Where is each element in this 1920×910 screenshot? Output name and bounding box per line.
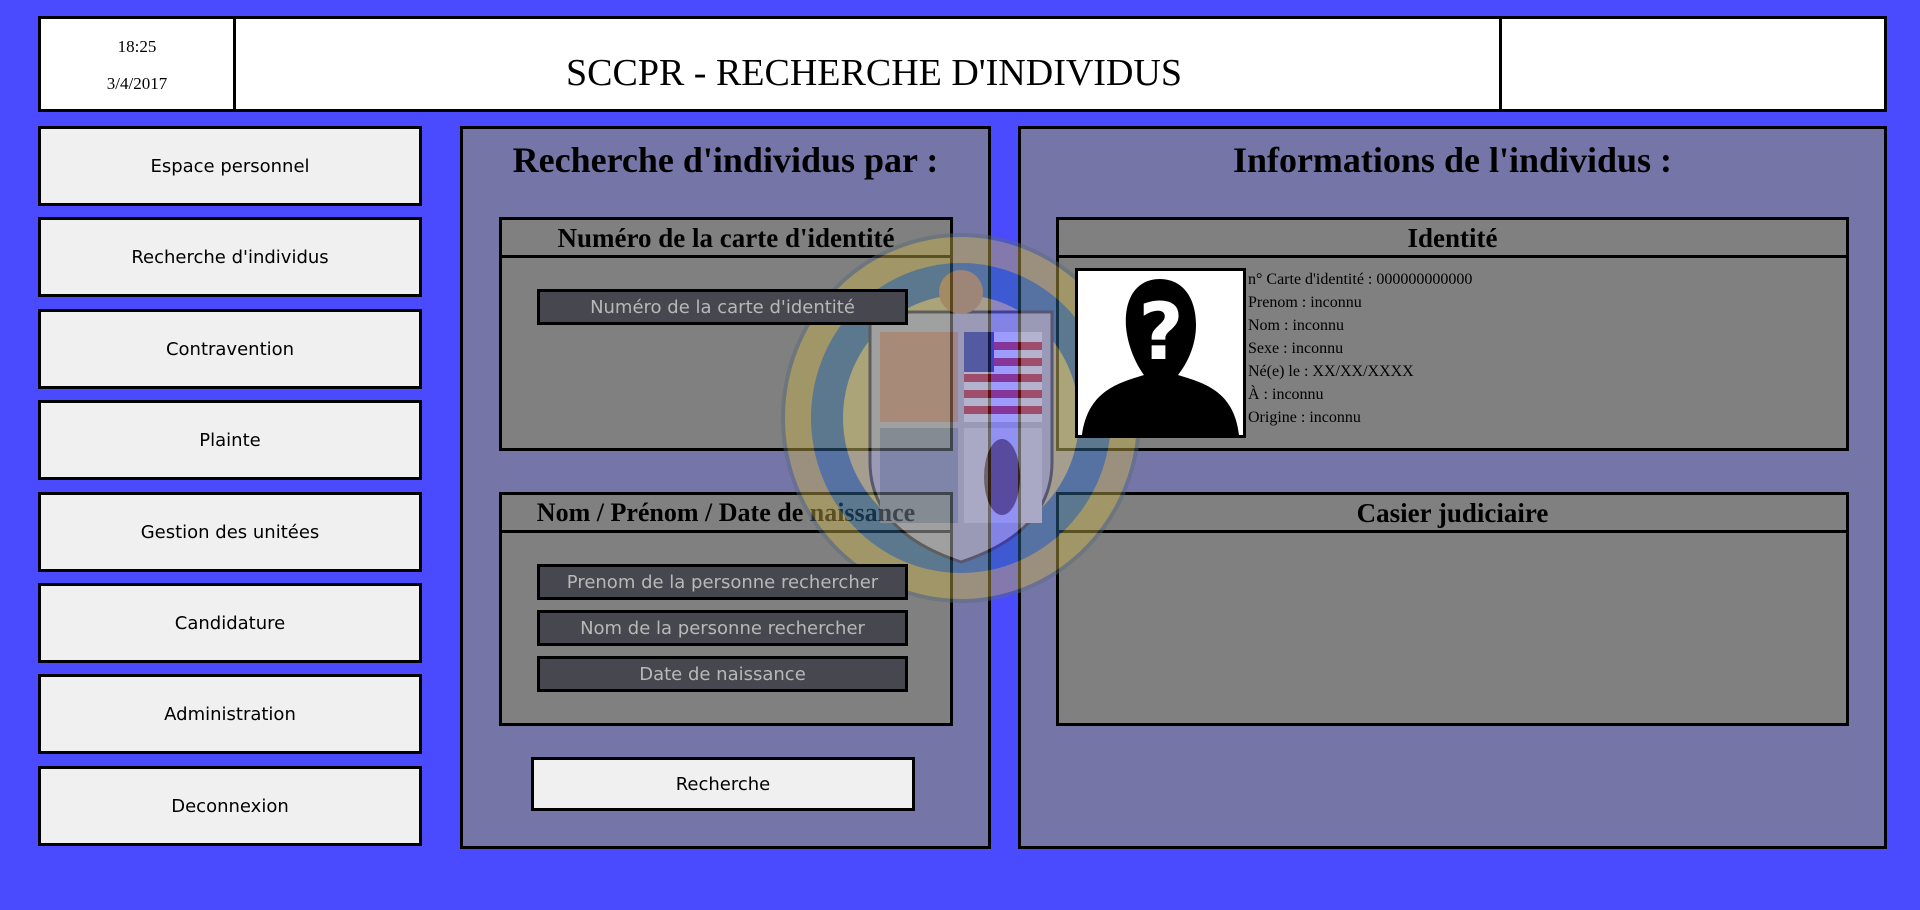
header-right-box — [1499, 16, 1887, 112]
id-card-number-input[interactable] — [537, 289, 908, 325]
search-button[interactable]: Recherche — [531, 757, 915, 811]
identity-details: n° Carte d'identité : 000000000000 Preno… — [1248, 268, 1472, 429]
lastname-input[interactable] — [537, 610, 908, 646]
firstname-input[interactable] — [537, 564, 908, 600]
unknown-person-icon: ? — [1075, 268, 1246, 438]
info-panel-title: Informations de l'individus : — [1232, 140, 1673, 180]
identity-card-number: n° Carte d'identité : 000000000000 — [1248, 271, 1473, 288]
nav-espace-personnel[interactable]: Espace personnel — [38, 126, 422, 206]
header-date: 3/4/2017 — [106, 74, 168, 93]
svg-text:?: ? — [1138, 288, 1183, 378]
identity-origin: Origine : inconnu — [1248, 409, 1361, 426]
criminal-record-section: Casier judiciaire — [1056, 492, 1849, 726]
nav-recherche-individus[interactable]: Recherche d'individus — [38, 217, 422, 297]
identity-sex: Sexe : inconnu — [1248, 340, 1344, 357]
identity-heading: Identité — [1059, 220, 1846, 258]
identity-firstname: Prenom : inconnu — [1248, 294, 1362, 311]
criminal-record-heading: Casier judiciaire — [1059, 495, 1846, 533]
header-clock: 18:25 3/4/2017 — [38, 16, 236, 112]
nav-gestion-unitees[interactable]: Gestion des unitées — [38, 492, 422, 572]
nav-contravention[interactable]: Contravention — [38, 309, 422, 389]
nav-candidature[interactable]: Candidature — [38, 583, 422, 663]
search-panel-title: Recherche d'individus par : — [512, 140, 939, 180]
header-title-box: SCCPR - RECHERCHE D'INDIVIDUS — [233, 16, 1502, 112]
nav-deconnexion[interactable]: Deconnexion — [38, 766, 422, 846]
birthdate-input[interactable] — [537, 656, 908, 692]
page-title: SCCPR - RECHERCHE D'INDIVIDUS — [566, 52, 1182, 94]
identity-birthdate: Né(e) le : XX/XX/XXXX — [1248, 363, 1414, 380]
identity-birthplace: À : inconnu — [1248, 386, 1324, 403]
header-time: 18:25 — [117, 37, 157, 56]
identity-lastname: Nom : inconnu — [1248, 317, 1344, 334]
nav-plainte[interactable]: Plainte — [38, 400, 422, 480]
nav-administration[interactable]: Administration — [38, 674, 422, 754]
